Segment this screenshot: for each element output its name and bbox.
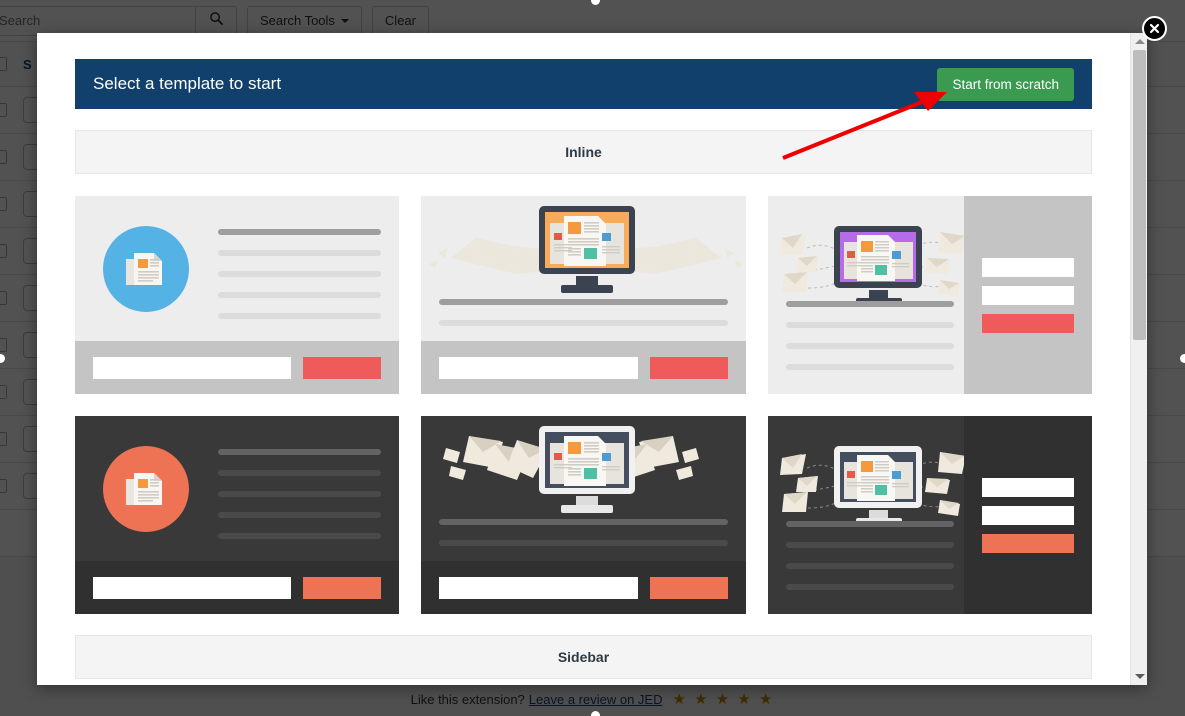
preview-email-input bbox=[439, 356, 638, 379]
modal-scrollbar[interactable] bbox=[1130, 33, 1147, 685]
screen-root: Search Tools Clear S Convert Forms v2.0. bbox=[0, 0, 1185, 716]
template-sidebar-form bbox=[964, 196, 1092, 394]
scroll-down-button[interactable] bbox=[1131, 668, 1147, 685]
section-header-inline: Inline bbox=[75, 130, 1092, 174]
template-sidebar-form bbox=[964, 416, 1092, 614]
scrollbar-thumb[interactable] bbox=[1133, 50, 1146, 340]
template-card-inline-dark-monitor[interactable] bbox=[421, 416, 746, 614]
preview-submit-button bbox=[303, 356, 382, 379]
preview-email-input bbox=[93, 356, 292, 379]
template-grid-inline bbox=[75, 196, 1092, 394]
template-form-bar bbox=[75, 561, 400, 614]
modal-content: Select a template to start Start from sc… bbox=[37, 59, 1130, 679]
chevron-down-icon bbox=[1134, 674, 1145, 679]
preview-submit-button bbox=[982, 313, 1074, 333]
preview-email-input bbox=[982, 505, 1074, 525]
newspaper-icon bbox=[126, 253, 162, 285]
template-form-bar bbox=[421, 341, 746, 394]
template-card-sidebar-light-monitor[interactable] bbox=[767, 196, 1092, 394]
template-form-bar bbox=[75, 341, 400, 394]
resize-handle-bottom[interactable] bbox=[591, 711, 600, 716]
preview-submit-button bbox=[649, 576, 728, 599]
template-form-bar bbox=[421, 561, 746, 614]
preview-submit-button bbox=[303, 576, 382, 599]
text-placeholder-lines bbox=[218, 229, 382, 334]
preview-email-input bbox=[93, 576, 292, 599]
close-icon bbox=[1149, 23, 1160, 34]
close-modal-button[interactable] bbox=[1142, 16, 1167, 41]
text-placeholder-lines bbox=[785, 521, 954, 605]
template-card-inline-light-circle[interactable] bbox=[75, 196, 400, 394]
template-picker-modal: Select a template to start Start from sc… bbox=[37, 33, 1147, 685]
modal-scroll-area: Select a template to start Start from sc… bbox=[37, 33, 1130, 685]
start-from-scratch-button[interactable]: Start from scratch bbox=[937, 67, 1074, 101]
preview-email-input bbox=[982, 285, 1074, 305]
newspaper-circle-icon bbox=[103, 446, 189, 532]
preview-name-input bbox=[982, 257, 1074, 277]
preview-submit-button bbox=[982, 533, 1074, 553]
text-placeholder-lines bbox=[439, 299, 728, 341]
section-header-sidebar: Sidebar bbox=[75, 635, 1092, 679]
template-card-inline-light-monitor[interactable] bbox=[421, 196, 746, 394]
preview-email-input bbox=[439, 576, 638, 599]
resize-handle-right[interactable] bbox=[1180, 354, 1185, 363]
template-card-inline-dark-circle[interactable] bbox=[75, 416, 400, 614]
modal-header: Select a template to start Start from sc… bbox=[75, 59, 1092, 109]
preview-name-input bbox=[982, 477, 1074, 497]
chevron-up-icon bbox=[1134, 39, 1145, 44]
text-placeholder-lines bbox=[785, 301, 954, 385]
newspaper-icon bbox=[126, 473, 162, 505]
template-grid-inline-dark bbox=[75, 416, 1092, 614]
text-placeholder-lines bbox=[218, 449, 382, 554]
template-card-sidebar-dark-monitor[interactable] bbox=[767, 416, 1092, 614]
page-title: Select a template to start bbox=[93, 74, 282, 93]
text-placeholder-lines bbox=[439, 519, 728, 561]
preview-submit-button bbox=[649, 356, 728, 379]
newspaper-circle-icon bbox=[103, 226, 189, 312]
